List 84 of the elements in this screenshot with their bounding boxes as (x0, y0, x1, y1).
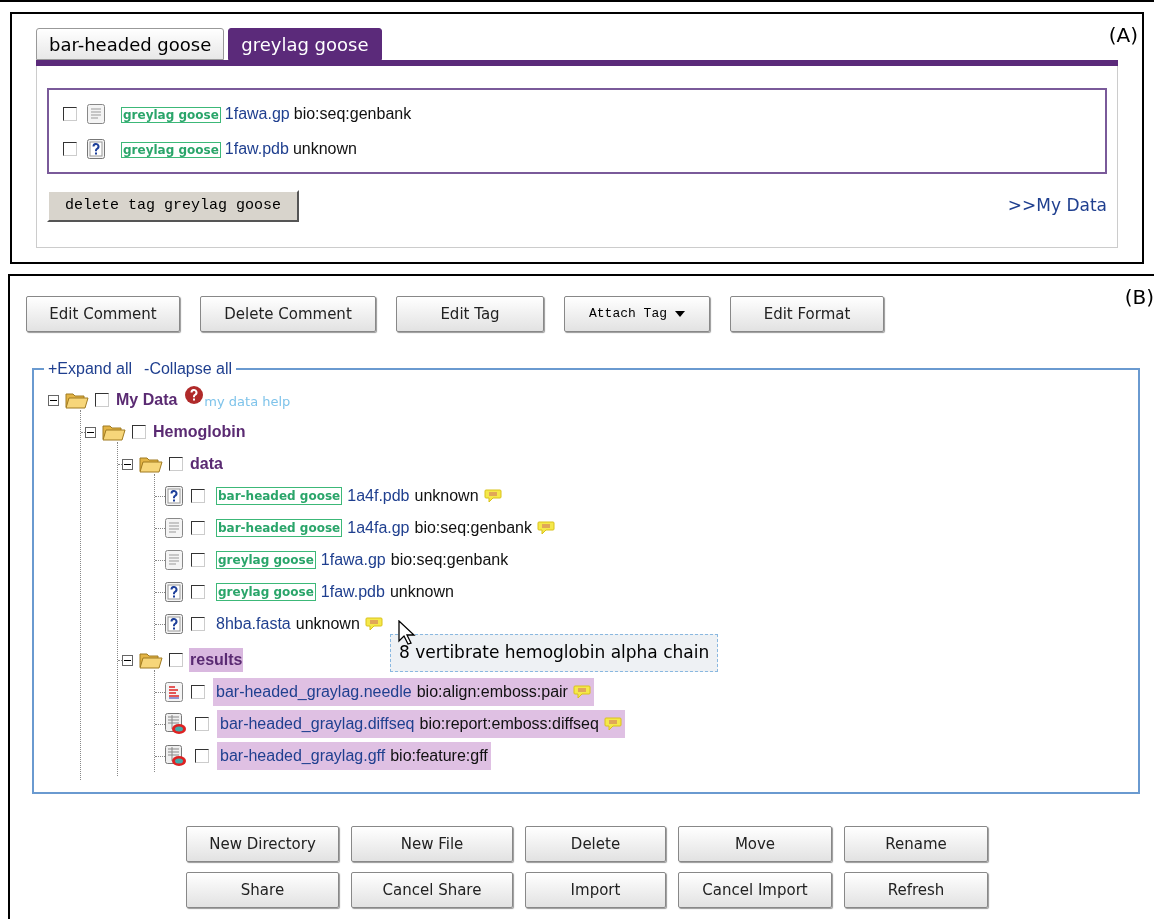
tag-label: bar-headed goose (216, 519, 343, 537)
folder-icon (65, 391, 89, 409)
collapse-icon[interactable] (122, 458, 133, 470)
folder-label[interactable]: data (189, 452, 224, 476)
action-button[interactable]: Import (525, 872, 666, 908)
file-name[interactable]: bar-headed_graylag.diffseq (220, 712, 415, 736)
delete-tag-button[interactable]: delete tag greylag goose (47, 190, 300, 222)
action-button[interactable]: Cancel Import (678, 872, 832, 908)
file-name[interactable]: 1faw.pdb (320, 580, 385, 604)
file-format: bio:seq:genbank (414, 518, 532, 538)
checkbox[interactable] (191, 489, 205, 503)
file-name[interactable]: 8hba.fasta (216, 612, 291, 636)
panel-label: (B) (1124, 284, 1154, 311)
file-format: unknown (292, 138, 357, 159)
checkbox[interactable] (191, 521, 205, 535)
checkbox[interactable] (63, 106, 77, 121)
question-file-icon (87, 138, 105, 159)
folder-icon (102, 423, 126, 441)
action-button[interactable]: Delete (525, 826, 666, 862)
folder-label[interactable]: Hemoglobin (152, 420, 247, 444)
tooltip: 8 vertibrate hemoglobin alpha chain (390, 634, 719, 672)
question-file-icon (165, 614, 183, 634)
action-button[interactable]: New Directory (186, 826, 339, 862)
tag-label: greylag goose (121, 141, 221, 158)
toolbar-button[interactable]: Edit Comment (26, 296, 180, 332)
file-format: bio:seq:genbank (390, 550, 509, 570)
toolbar-button[interactable]: Edit Tag (396, 296, 544, 332)
file-format: unknown (414, 486, 479, 506)
checkbox[interactable] (191, 553, 205, 567)
action-button[interactable]: Share (186, 872, 339, 908)
action-button[interactable]: Refresh (844, 872, 988, 908)
tab[interactable]: bar-headed goose (36, 28, 225, 60)
tag-label: greylag goose (216, 583, 316, 601)
cursor-icon (398, 620, 416, 646)
toolbar-button[interactable]: Delete Comment (200, 296, 376, 332)
document-icon (87, 103, 105, 124)
help-icon[interactable] (184, 385, 205, 405)
collapse-icon[interactable] (122, 654, 133, 666)
folder-label[interactable]: My Data (115, 388, 179, 412)
file-name[interactable]: 1fawa.gp (320, 548, 386, 572)
file-format: bio:align:emboss:pair (416, 682, 568, 702)
caret-icon (675, 311, 685, 317)
tab[interactable]: greylag goose (228, 28, 382, 60)
collapse-icon[interactable] (48, 394, 59, 406)
action-button[interactable]: Move (678, 826, 832, 862)
file-name[interactable]: bar-headed_graylag.gff (220, 744, 386, 768)
file-format: unknown (389, 582, 454, 602)
action-button[interactable]: Cancel Share (351, 872, 513, 908)
attach-tag-dropdown[interactable]: Attach Tag (564, 296, 710, 332)
checkbox[interactable] (169, 457, 183, 471)
tag-label: bar-headed goose (216, 487, 343, 505)
collapse-all-link[interactable]: -Collapse all (144, 357, 233, 381)
toolbar-button[interactable]: Edit Format (730, 296, 884, 332)
question-file-icon (165, 486, 183, 506)
tag-label: greylag goose (121, 106, 221, 123)
folder-icon (139, 455, 163, 473)
action-button[interactable]: Rename (844, 826, 988, 862)
checkbox[interactable] (191, 585, 205, 599)
file-name[interactable]: 1fawa.gp (224, 101, 290, 126)
checkbox[interactable] (191, 617, 205, 631)
checkbox[interactable] (191, 685, 205, 699)
checkbox[interactable] (195, 717, 209, 731)
expand-all-link[interactable]: +Expand all (48, 357, 133, 381)
tag-label: greylag goose (216, 551, 316, 569)
checkbox[interactable] (132, 425, 146, 439)
checkbox[interactable] (169, 653, 183, 667)
checkbox[interactable] (195, 749, 209, 763)
folder-label[interactable]: results (189, 648, 244, 672)
my-data-link[interactable]: >>My Data (1007, 193, 1107, 219)
question-file-icon (165, 582, 183, 602)
file-name[interactable]: 1a4fa.gp (347, 516, 410, 540)
collapse-icon[interactable] (85, 426, 96, 438)
panel-label: (A) (1108, 22, 1138, 49)
file-format: bio:report:emboss:diffseq (419, 714, 599, 734)
checkbox[interactable] (95, 393, 109, 407)
file-name[interactable]: 1a4f.pdb (347, 484, 410, 508)
checkbox[interactable] (63, 141, 77, 156)
file-format: bio:seq:genbank (293, 103, 412, 124)
file-format: bio:feature:gff (390, 746, 488, 766)
file-format: unknown (295, 614, 360, 634)
file-name[interactable]: bar-headed_graylag.needle (216, 680, 412, 704)
folder-icon (139, 651, 163, 669)
file-name[interactable]: 1faw.pdb (224, 136, 289, 161)
action-button[interactable]: New File (351, 826, 513, 862)
